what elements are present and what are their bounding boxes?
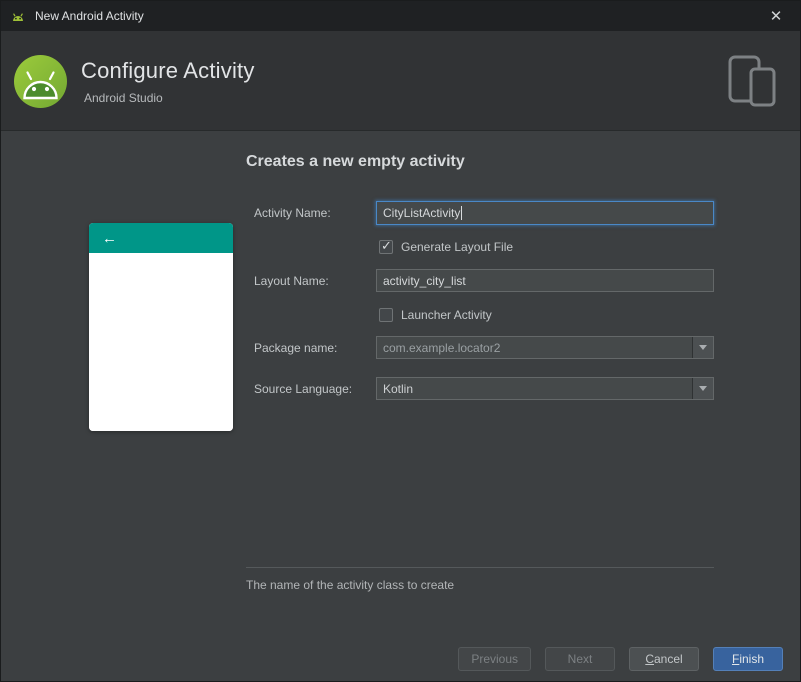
- launcher-label: Launcher Activity: [401, 308, 492, 322]
- launcher-checkbox[interactable]: [379, 308, 393, 322]
- preview-appbar: ←: [89, 223, 233, 253]
- back-arrow-icon: ←: [102, 229, 117, 247]
- package-name-label: Package name:: [254, 341, 338, 355]
- cancel-label-rest: ancel: [653, 652, 683, 666]
- button-bar: Previous Next Cancel Finish: [1, 637, 800, 681]
- help-separator: [246, 567, 714, 568]
- generate-layout-label: Generate Layout File: [401, 240, 514, 254]
- package-name-value: com.example.locator2: [383, 340, 501, 355]
- layout-name-label: Layout Name:: [254, 274, 329, 288]
- wizard-title: Configure Activity: [81, 58, 255, 83]
- package-dropdown-button[interactable]: [692, 337, 713, 358]
- layout-name-value: activity_city_list: [383, 273, 466, 288]
- cancel-mnemonic: C: [645, 652, 654, 666]
- generate-layout-checkbox[interactable]: ✓: [379, 238, 393, 254]
- activity-name-label: Activity Name:: [254, 206, 331, 220]
- wizard-subtitle: Android Studio: [84, 91, 163, 105]
- finish-label-rest: inish: [739, 652, 765, 666]
- package-name-combobox[interactable]: com.example.locator2: [376, 336, 714, 359]
- window-title: New Android Activity: [35, 9, 144, 23]
- finish-button[interactable]: Finish: [713, 647, 783, 671]
- new-android-activity-dialog: New Android Activity ✕ Configure Activit…: [0, 0, 801, 682]
- wizard-header: Configure Activity Android Studio: [1, 31, 800, 131]
- close-icon[interactable]: ✕: [762, 1, 790, 31]
- source-language-dropdown-button[interactable]: [692, 378, 713, 399]
- wizard-content: Creates a new empty activity ← Activity …: [1, 132, 800, 637]
- step-heading: Creates a new empty activity: [246, 153, 465, 170]
- source-language-label: Source Language:: [254, 382, 353, 396]
- next-button[interactable]: Next: [545, 647, 615, 671]
- checkmark-icon: ✓: [381, 238, 392, 253]
- previous-button[interactable]: Previous: [458, 647, 531, 671]
- field-help-text: The name of the activity class to create: [246, 578, 455, 592]
- launcher-checkbox-row[interactable]: Launcher Activity: [379, 308, 492, 322]
- cancel-button[interactable]: Cancel: [629, 647, 699, 671]
- phone-tablet-icon: [728, 55, 776, 107]
- activity-name-value: CityListActivity: [383, 206, 461, 220]
- android-icon: [13, 13, 23, 21]
- generate-layout-checkbox-row[interactable]: ✓ Generate Layout File: [379, 238, 514, 254]
- finish-mnemonic: F: [731, 652, 740, 666]
- android-studio-logo: [14, 55, 67, 108]
- activity-name-input[interactable]: CityListActivity: [376, 201, 714, 225]
- dropdown-arrow-icon: [699, 345, 707, 350]
- title-bar: New Android Activity ✕: [1, 1, 800, 31]
- dropdown-arrow-icon: [699, 386, 707, 391]
- source-language-combobox[interactable]: Kotlin: [376, 377, 714, 400]
- source-language-value: Kotlin: [383, 381, 414, 396]
- preview-body: [89, 253, 233, 431]
- text-cursor: [461, 206, 463, 220]
- layout-name-input[interactable]: activity_city_list: [376, 269, 714, 292]
- activity-preview: ←: [89, 223, 233, 431]
